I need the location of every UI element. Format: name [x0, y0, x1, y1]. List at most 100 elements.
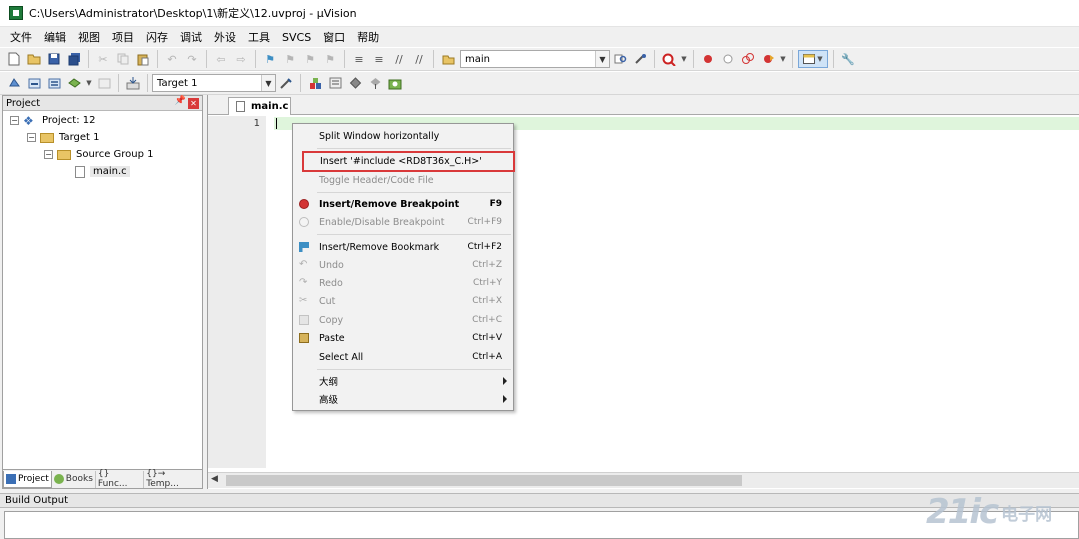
menu-help[interactable]: 帮助 [351, 29, 385, 45]
chevron-down-icon[interactable]: ▼ [261, 75, 275, 91]
collapse-icon[interactable]: − [44, 150, 53, 159]
menu-item-insert-remove-bookmark[interactable]: Insert/Remove Bookmark Ctrl+F2 [293, 238, 513, 256]
cut-icon: ✂ [299, 295, 308, 306]
new-file-icon[interactable] [5, 50, 23, 68]
chevron-down-icon[interactable]: ▼ [680, 50, 688, 68]
scroll-left-icon[interactable]: ◀ [211, 474, 218, 484]
collapse-icon[interactable]: − [27, 133, 36, 142]
tab-project[interactable]: Project [3, 470, 52, 488]
menu-tools[interactable]: 工具 [242, 29, 276, 45]
menu-item-paste[interactable]: Paste Ctrl+V [293, 329, 513, 347]
kill-all-breakpoints-icon[interactable] [759, 50, 777, 68]
rebuild-icon[interactable] [45, 74, 63, 92]
copy-icon[interactable] [114, 50, 132, 68]
configure-wrench-icon[interactable]: 🔧 [839, 50, 857, 68]
tree-item-source-group[interactable]: − Source Group 1 [3, 146, 202, 163]
menu-file[interactable]: 文件 [4, 29, 38, 45]
chevron-down-icon[interactable]: ▼ [85, 74, 93, 92]
paste-icon[interactable] [134, 50, 152, 68]
close-icon[interactable]: ✕ [188, 98, 199, 109]
horizontal-scrollbar[interactable]: ◀ [208, 472, 1079, 488]
menu-window[interactable]: 窗口 [317, 29, 351, 45]
find-in-files-icon[interactable] [439, 50, 457, 68]
disable-all-breakpoints-icon[interactable] [739, 50, 757, 68]
insert-breakpoint-icon[interactable] [699, 50, 717, 68]
menu-item-insert-include[interactable]: Insert '#include <RD8T36x_C.H>' [302, 151, 515, 172]
scrollbar-thumb[interactable] [226, 475, 742, 486]
menu-item-select-all[interactable]: Select All Ctrl+A [293, 348, 513, 366]
bookmark-icon[interactable]: ⚑ [261, 50, 279, 68]
target-select[interactable]: Target 1 ▼ [152, 74, 276, 92]
tree-item-target[interactable]: − Target 1 [3, 129, 202, 146]
comment-icon[interactable]: // [390, 50, 408, 68]
redo-icon[interactable]: ↷ [183, 50, 201, 68]
toolbar-separator [88, 50, 89, 68]
tab-templates[interactable]: {}→ Temp... [144, 469, 202, 489]
build-output-text[interactable] [4, 511, 1079, 539]
menu-svcs[interactable]: SVCS [276, 31, 317, 44]
file-extensions-icon[interactable] [326, 74, 344, 92]
collapse-icon[interactable]: − [10, 116, 19, 125]
save-icon[interactable] [45, 50, 63, 68]
menu-peripherals[interactable]: 外设 [208, 29, 242, 45]
menu-item-redo[interactable]: ↷ Redo Ctrl+Y [293, 274, 513, 292]
menu-flash[interactable]: 闪存 [140, 29, 174, 45]
stop-build-icon[interactable] [95, 74, 113, 92]
toolbar-separator [118, 74, 119, 92]
build-icon[interactable] [25, 74, 43, 92]
chevron-down-icon[interactable]: ▼ [595, 51, 609, 67]
tree-item-project[interactable]: − ❖ Project: 12 [3, 112, 202, 129]
manage-run-time-environment-icon[interactable] [386, 74, 404, 92]
line-number: 1 [253, 118, 260, 129]
clear-bookmarks-icon[interactable]: ⚑ [321, 50, 339, 68]
tab-main-c[interactable]: main.c [228, 97, 291, 115]
navigate-forward-icon[interactable]: ⇨ [232, 50, 250, 68]
cut-icon[interactable]: ✂ [94, 50, 112, 68]
toolbar-separator [693, 50, 694, 68]
menu-item-cut[interactable]: ✂ Cut Ctrl+X [293, 292, 513, 310]
menu-item-insert-remove-breakpoint[interactable]: Insert/Remove Breakpoint F9 [293, 195, 513, 213]
undo-icon: ↶ [299, 259, 308, 270]
indent-icon[interactable]: ≡ [350, 50, 368, 68]
pin-icon[interactable]: 📌 [175, 96, 186, 106]
find-replace-icon[interactable] [631, 50, 649, 68]
uncomment-icon[interactable]: // [410, 50, 428, 68]
chevron-down-icon[interactable]: ▼ [779, 50, 787, 68]
menu-item-advanced[interactable]: 高级 [293, 390, 513, 408]
menu-item-outlining[interactable]: 大纲 [293, 372, 513, 390]
download-load-icon[interactable] [124, 74, 142, 92]
open-folder-icon[interactable] [25, 50, 43, 68]
tab-functions[interactable]: {} Func... [96, 469, 145, 489]
find-icon[interactable] [611, 50, 629, 68]
batch-build-icon[interactable] [65, 74, 83, 92]
window-layout-icon[interactable]: ▼ [798, 50, 828, 68]
menu-separator [317, 234, 511, 235]
menu-item-undo[interactable]: ↶ Undo Ctrl+Z [293, 256, 513, 274]
menu-item-copy[interactable]: Copy Ctrl+C [293, 311, 513, 329]
menu-item-toggle-header[interactable]: Toggle Header/Code File [293, 171, 513, 189]
options-for-target-icon[interactable] [277, 74, 295, 92]
undo-icon[interactable]: ↶ [163, 50, 181, 68]
menu-view[interactable]: 视图 [72, 29, 106, 45]
menu-debug[interactable]: 调试 [174, 29, 208, 45]
menu-item-enable-disable-breakpoint[interactable]: Enable/Disable Breakpoint Ctrl+F9 [293, 213, 513, 231]
navigate-back-icon[interactable]: ⇦ [212, 50, 230, 68]
next-bookmark-icon[interactable]: ⚑ [301, 50, 319, 68]
debug-session-icon[interactable] [660, 50, 678, 68]
menu-edit[interactable]: 编辑 [38, 29, 72, 45]
unindent-icon[interactable]: ≡ [370, 50, 388, 68]
menu-item-label: Paste [319, 332, 345, 344]
manage-project-items-icon[interactable] [306, 74, 324, 92]
select-packs-icon[interactable] [346, 74, 364, 92]
menu-item-split-window[interactable]: Split Window horizontally [293, 127, 513, 145]
find-combo[interactable]: main ▼ [460, 50, 610, 68]
menu-project[interactable]: 项目 [106, 29, 140, 45]
translate-icon[interactable] [5, 74, 23, 92]
menu-separator [317, 369, 511, 370]
tree-item-main-c[interactable]: main.c [3, 163, 202, 180]
previous-bookmark-icon[interactable]: ⚑ [281, 50, 299, 68]
save-all-icon[interactable] [65, 50, 83, 68]
pack-installer-icon[interactable] [366, 74, 384, 92]
tab-books[interactable]: Books [52, 470, 96, 488]
enable-breakpoint-icon[interactable] [719, 50, 737, 68]
